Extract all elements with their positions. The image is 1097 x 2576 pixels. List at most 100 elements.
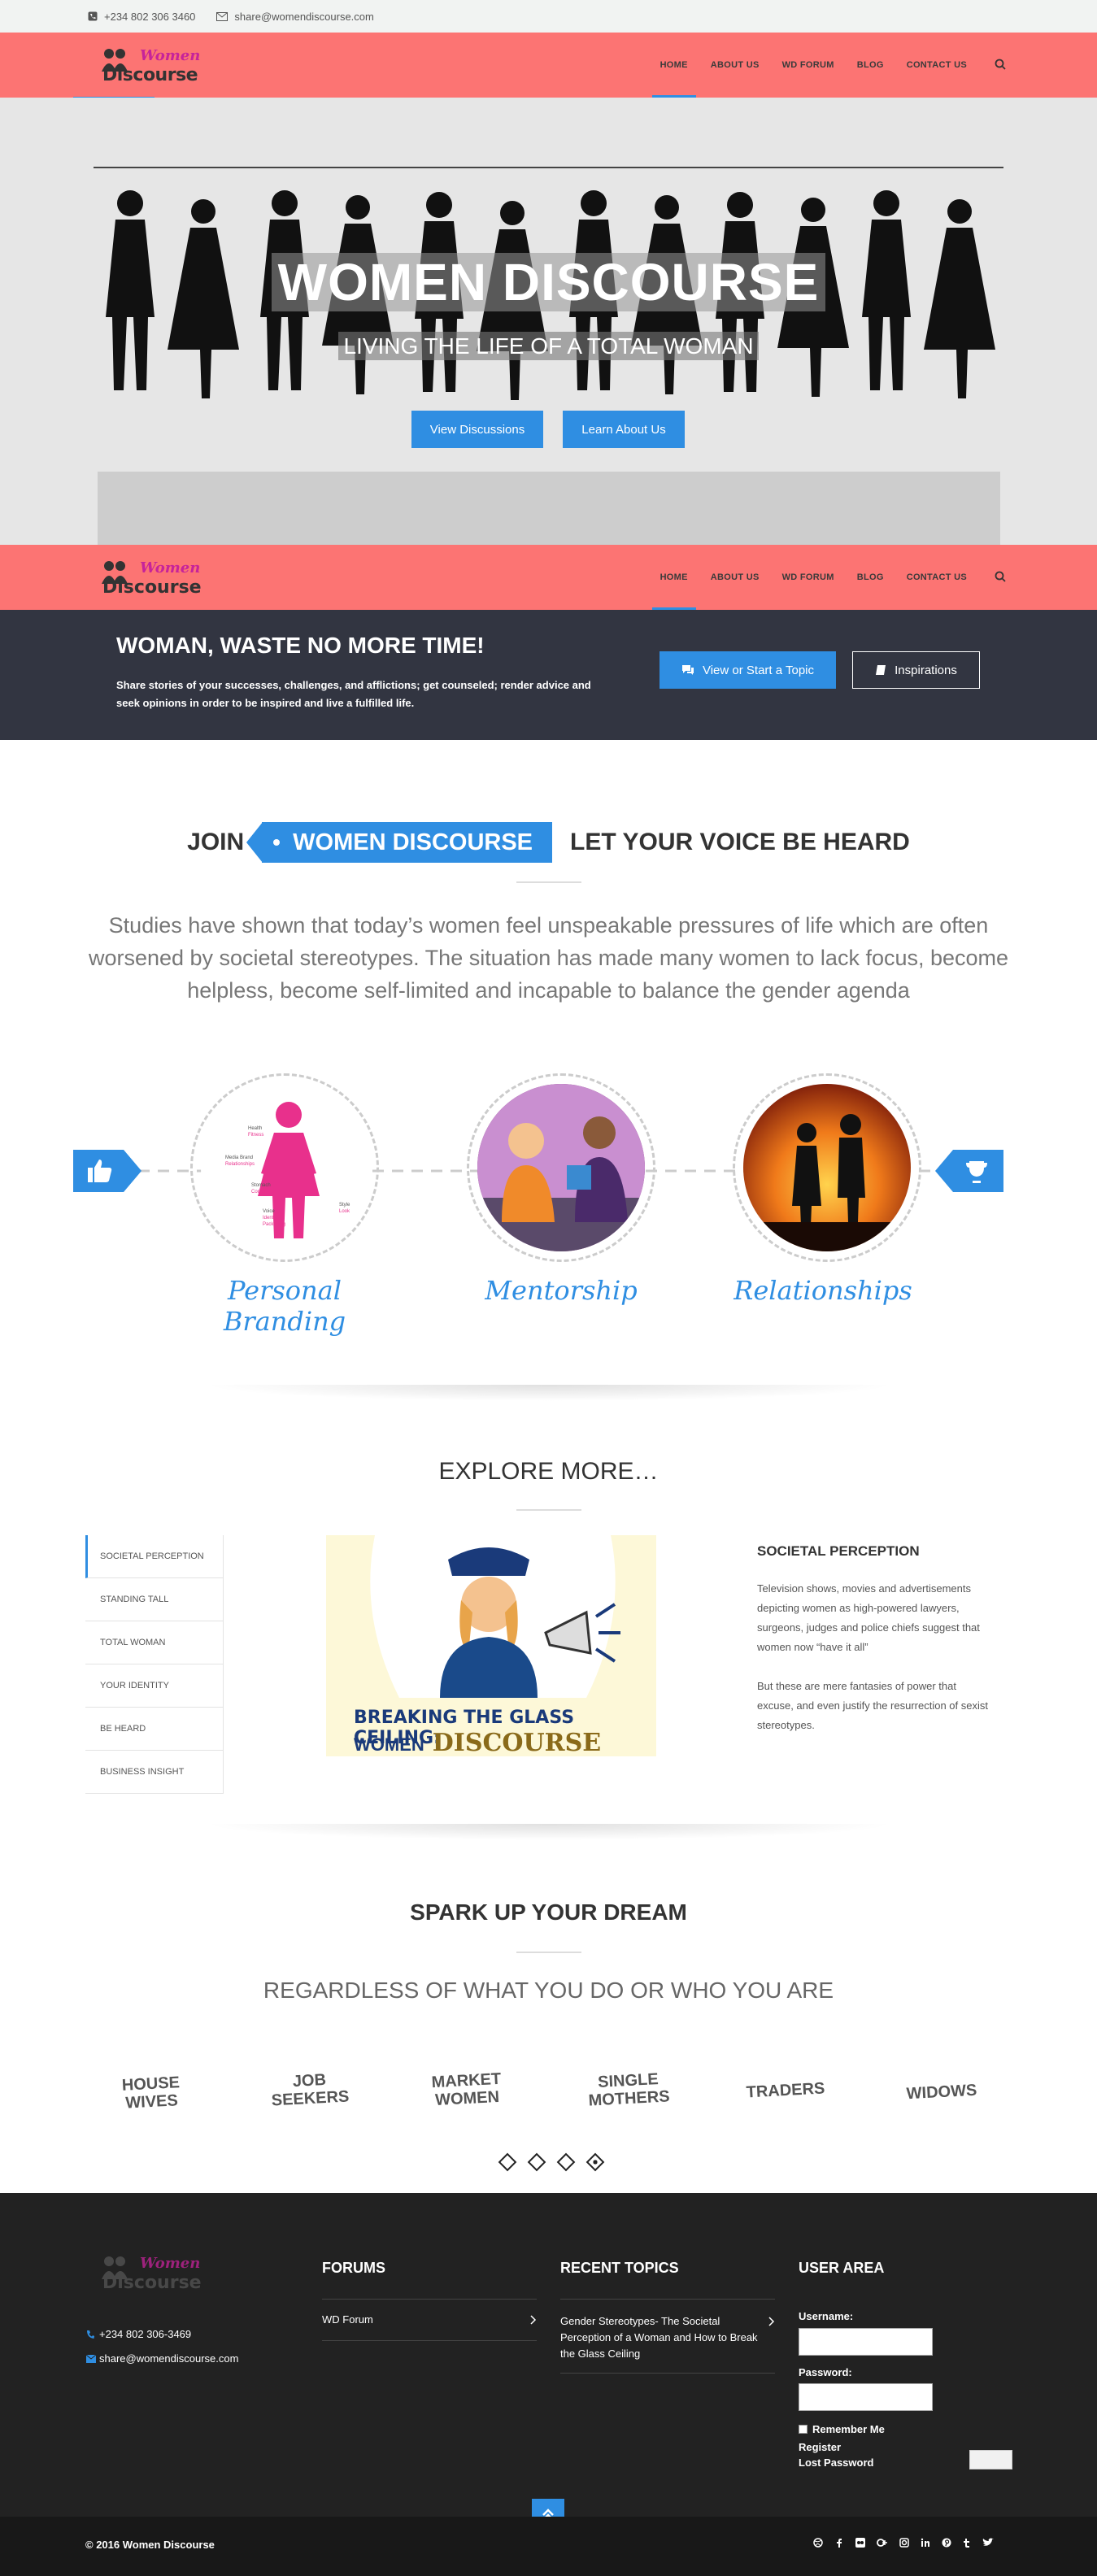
mentorship-label[interactable]: Mentorship [439,1275,683,1306]
nav-forum[interactable]: WD FORUM [782,33,834,98]
footer-email[interactable]: share@womendiscourse.com [86,2352,238,2365]
carousel-dot-3[interactable] [556,2152,576,2172]
figure-label-health: Health [248,1126,263,1131]
footer-phone[interactable]: +234 802 306-3469 [86,2328,191,2340]
footer-envelope-icon [86,2354,96,2363]
sticky-search-icon[interactable] [993,569,1009,585]
recent-rule-bottom [560,2373,775,2374]
sticky-nav-home[interactable]: HOME [651,545,697,610]
site-logo[interactable]: Women Discourse [98,44,211,86]
explore-tabs: SOCIETAL PERCEPTION STANDING TALL TOTAL … [85,1535,224,1794]
sticky-logo[interactable]: Women Discourse [98,556,211,598]
tab-business-insight[interactable]: BUSINESS INSIGHT [85,1751,224,1794]
view-discussions-button[interactable]: View Discussions [411,411,543,448]
recent-topic-link[interactable]: Gender Stereotypes- The Societal Percept… [560,2313,775,2362]
tab-standing-tall[interactable]: STANDING TALL [85,1578,224,1621]
search-icon[interactable] [993,57,1009,73]
facebook-icon[interactable] [834,2538,844,2548]
dream-market-women[interactable]: MARKET WOMEN [409,2069,525,2110]
nav-blog[interactable]: BLOG [857,33,884,98]
figure-label-media-brand: Media Brand [225,1155,254,1160]
dream-traders[interactable]: TRADERS [729,2078,843,2102]
footer-phone-text: +234 802 306-3469 [99,2328,192,2340]
recent-topic-text: Gender Stereotypes- The Societal Percept… [560,2315,758,2360]
thumbs-up-badge[interactable] [73,1150,141,1192]
relationships-image [743,1084,911,1251]
join-right: LET YOUR VOICE BE HEARD [570,829,910,855]
tumblr-icon[interactable] [963,2538,971,2548]
carousel-dot-4[interactable] [586,2152,605,2172]
flickr-icon[interactable] [855,2538,865,2548]
join-badge-text: WOMEN DISCOURSE [293,829,533,855]
dream-traders-l1: TRADERS [746,2079,825,2102]
figure-label-relationships: Relationships [225,1162,255,1167]
password-input[interactable] [799,2383,933,2411]
instagram-icon[interactable] [899,2538,909,2548]
sticky-nav-contact[interactable]: CONTACT US [907,545,967,610]
figure-label-look: Look [339,1209,350,1214]
carousel-dot-2[interactable] [527,2152,546,2172]
remember-me-checkbox[interactable] [799,2425,808,2434]
couple-silhouette-icon [743,1114,911,1251]
relationships-circle[interactable] [733,1073,921,1262]
dream-widows[interactable]: WIDOWS [885,2080,999,2104]
username-input[interactable] [799,2328,933,2356]
pinterest-icon[interactable] [942,2538,951,2548]
topbar-phone[interactable]: +234 802 306 3460 [88,11,195,23]
carousel-dot-1[interactable] [498,2152,517,2172]
join-heading: JOIN WOMEN DISCOURSE LET YOUR VOICE BE H… [0,820,1097,865]
sticky-nav: Women Discourse HOME ABOUT US WD FORUM B… [0,545,1097,610]
footer-logo-line1: Women [140,2255,201,2272]
remember-me[interactable]: Remember Me [799,2423,885,2435]
tab-societal-perception[interactable]: SOCIETAL PERCEPTION [85,1535,224,1578]
features-section: Health Fitness Media Brand Relationships… [0,1057,1097,1337]
copyright: © 2016 Women Discourse [85,2539,215,2551]
explore-image: BREAKING THE GLASS CEILING: WOMEN DISCOU… [326,1535,656,1756]
learn-about-us-button[interactable]: Learn About Us [563,411,685,448]
figure-label-packaging: Packaging [263,1222,286,1227]
linkedin-icon[interactable] [921,2538,930,2548]
trophy-icon [935,1150,1003,1192]
join-badge: WOMEN DISCOURSE [246,822,553,863]
join-divider [516,881,581,883]
login-button[interactable] [969,2450,1012,2469]
sticky-logo-line2: Discourse [102,577,202,598]
footer-logo[interactable]: Women Discourse [98,2252,211,2294]
username-label: Username: [799,2310,854,2322]
forum-link-wd-forum[interactable]: WD Forum [322,2313,537,2326]
mentorship-circle[interactable] [467,1073,655,1262]
explore-panel: SOCIETAL PERCEPTION Television shows, mo… [757,1543,993,1735]
tab-your-identity[interactable]: YOUR IDENTITY [85,1664,224,1708]
dream-house-wives[interactable]: HOUSE WIVES [94,2072,209,2113]
inspirations-label: Inspirations [895,663,957,677]
nav-about[interactable]: ABOUT US [711,33,760,98]
chevron-right-icon [530,2315,537,2325]
relationships-label[interactable]: Relationships [701,1275,945,1306]
dream-single-mothers[interactable]: SINGLE MOTHERS [571,2069,686,2110]
inspirations-button[interactable]: Inspirations [852,651,980,689]
cta-text: Share stories of your successes, challen… [116,679,591,709]
lost-password-link[interactable]: Lost Password [799,2456,873,2469]
twitter-icon[interactable] [982,2538,994,2548]
view-topic-button[interactable]: View or Start a Topic [660,651,836,689]
nav-home[interactable]: HOME [651,33,697,98]
topbar-email-text: share@womendiscourse.com [234,10,374,23]
sticky-nav-blog[interactable]: BLOG [857,545,884,610]
tab-be-heard[interactable]: BE HEARD [85,1708,224,1751]
register-link[interactable]: Register [799,2441,841,2453]
tab-total-woman[interactable]: TOTAL WOMAN [85,1621,224,1664]
topbar-email[interactable]: share@womendiscourse.com [216,10,374,23]
mentorship-image [477,1084,645,1251]
personal-branding-label[interactable]: Personal Branding [163,1275,407,1337]
trophy-badge[interactable] [935,1150,1003,1192]
dribbble-icon[interactable] [813,2538,823,2548]
sticky-nav-forum[interactable]: WD FORUM [782,545,834,610]
hero-subtitle-text: LIVING THE LIFE OF A TOTAL WOMAN [338,332,759,360]
sticky-nav-about[interactable]: ABOUT US [711,545,760,610]
figure-label-content: Content [251,1190,269,1194]
forums-title: FORUMS [322,2260,385,2276]
personal-branding-circle[interactable]: Health Fitness Media Brand Relationships… [190,1073,379,1262]
dream-job-seekers[interactable]: JOB SEEKERS [252,2069,368,2110]
google-plus-icon[interactable] [877,2538,888,2548]
nav-contact[interactable]: CONTACT US [907,33,967,98]
